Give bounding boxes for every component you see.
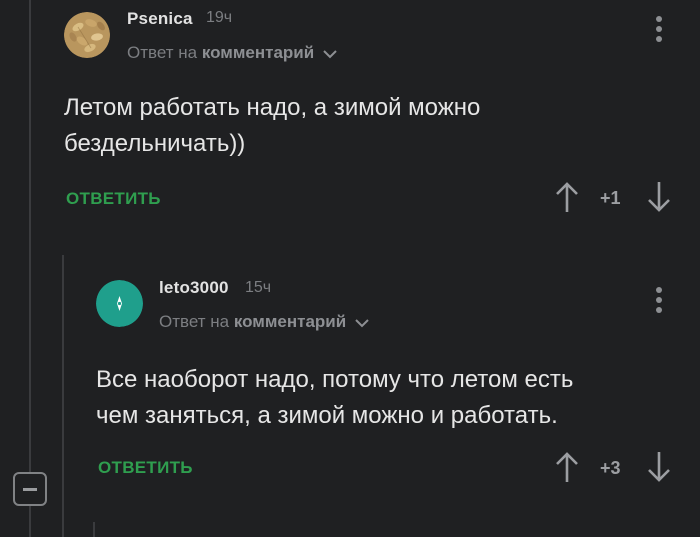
comment-body: Летом работать надо, а зимой можно безде…	[64, 90, 480, 162]
username[interactable]: Psenica	[127, 9, 193, 29]
collapse-thread-button[interactable]	[13, 472, 47, 506]
reply-button[interactable]: ОТВЕТИТЬ	[66, 189, 161, 209]
comment-line: чем заняться, а зимой можно и работать.	[96, 402, 558, 429]
comment-line: Все наоборот надо, потому что летом есть	[96, 366, 574, 393]
comment-line: бездельничать))	[64, 130, 246, 157]
timestamp: 15ч	[245, 279, 272, 296]
reply-to-prefix: Ответ на	[127, 43, 198, 62]
username[interactable]: leto3000	[159, 278, 229, 298]
arrow-down-icon[interactable]	[647, 451, 671, 483]
kebab-menu-icon[interactable]	[655, 287, 663, 313]
comment-body: Все наоборот надо, потому что летом есть…	[96, 362, 573, 434]
comment-line: Летом работать надо, а зимой можно	[64, 94, 481, 121]
minus-collapse-icon	[23, 487, 37, 491]
thread-line-outer	[29, 0, 31, 472]
teal-default-avatar[interactable]	[96, 280, 143, 327]
vote-score: +3	[600, 458, 621, 478]
thread-line-deeper	[93, 522, 95, 537]
reply-to-prefix: Ответ на	[159, 312, 230, 331]
reply-to-link[interactable]: Ответ на комментарий	[127, 43, 337, 63]
arrow-up-icon[interactable]	[555, 451, 579, 483]
reply-to-target: комментарий	[233, 312, 347, 331]
thread-line-nested	[62, 255, 64, 537]
chevron-down-icon	[323, 49, 337, 58]
reply-to-target: комментарий	[201, 43, 315, 62]
arrow-down-icon[interactable]	[647, 181, 671, 213]
kebab-menu-icon[interactable]	[655, 16, 663, 42]
thread-line-outer-bottom	[29, 506, 31, 537]
reply-to-link[interactable]: Ответ на комментарий	[159, 312, 369, 332]
arrow-up-icon[interactable]	[555, 181, 579, 213]
wheat-grain-avatar[interactable]	[64, 12, 110, 58]
chevron-down-icon	[355, 318, 369, 327]
timestamp: 19ч	[206, 9, 233, 26]
reply-button[interactable]: ОТВЕТИТЬ	[98, 458, 193, 478]
vote-score: +1	[600, 188, 621, 208]
